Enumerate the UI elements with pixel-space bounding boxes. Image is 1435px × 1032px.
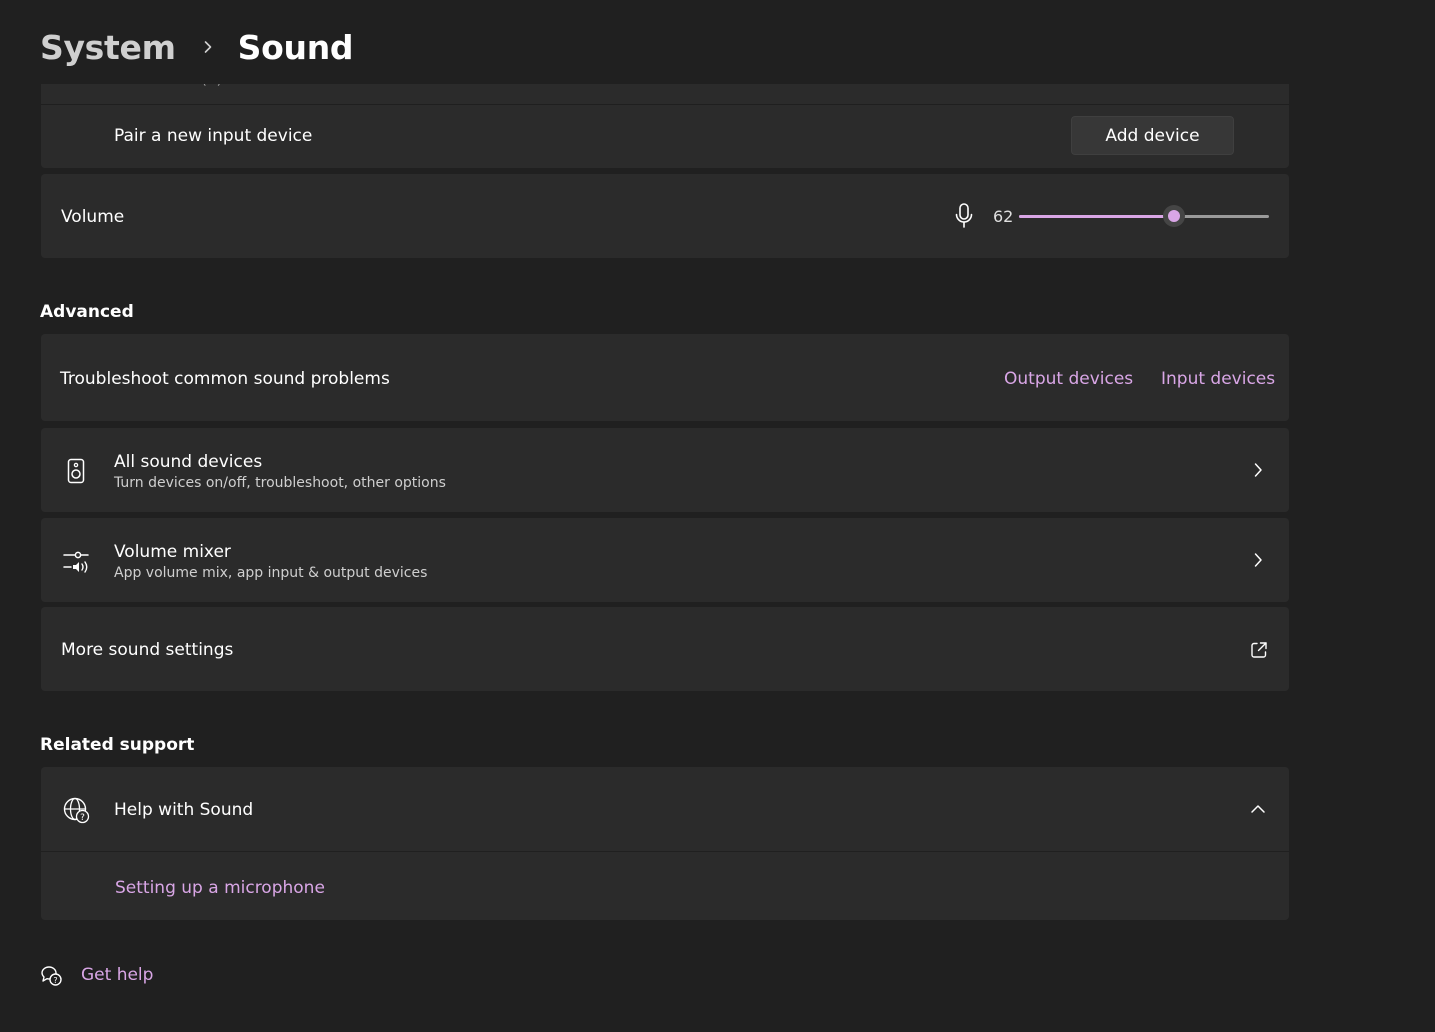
get-help-link[interactable]: Get help: [81, 965, 153, 985]
output-devices-link[interactable]: Output devices: [1004, 369, 1133, 389]
all-sound-devices-title: All sound devices: [114, 452, 263, 472]
breadcrumb-system[interactable]: System: [40, 28, 176, 67]
breadcrumb: System Sound: [40, 24, 354, 70]
volume-slider[interactable]: [1019, 205, 1269, 227]
related-support-section-title: Related support: [40, 735, 195, 755]
volume-slider-thumb[interactable]: [1163, 205, 1185, 227]
help-with-sound-title: Help with Sound: [114, 800, 254, 820]
add-device-button[interactable]: Add device: [1071, 116, 1234, 155]
chevron-right-icon: [1249, 461, 1267, 479]
troubleshoot-label: Troubleshoot common sound problems: [60, 369, 390, 389]
volume-slider-thumb-dot: [1168, 210, 1180, 222]
svg-text:?: ?: [80, 813, 85, 823]
pair-input-device-label: Pair a new input device: [114, 126, 313, 146]
chevron-right-icon: [198, 37, 218, 57]
chevron-right-icon: [1249, 551, 1267, 569]
more-sound-settings-card[interactable]: More sound settings: [41, 607, 1289, 691]
volume-value: 62: [993, 207, 1014, 226]
card-divider: [41, 104, 1289, 105]
all-sound-devices-card[interactable]: All sound devices Turn devices on/off, t…: [41, 428, 1289, 512]
input-volume-card: Volume 62: [41, 174, 1289, 258]
settings-page: Realtek(R) Audio Pair a new input device…: [0, 0, 1435, 1032]
all-sound-devices-subtitle: Turn devices on/off, troubleshoot, other…: [114, 475, 446, 491]
chevron-up-icon[interactable]: [1249, 800, 1267, 818]
svg-text:?: ?: [53, 976, 57, 985]
volume-mixer-subtitle: App volume mix, app input & output devic…: [114, 565, 428, 581]
help-with-sound-content: Setting up a microphone: [41, 852, 1289, 920]
volume-slider-fill: [1019, 215, 1174, 218]
speaker-icon: [63, 457, 89, 485]
volume-mixer-icon: [61, 547, 91, 575]
microphone-icon: [951, 202, 977, 230]
external-link-icon: [1249, 640, 1269, 660]
more-sound-settings-title: More sound settings: [61, 640, 234, 660]
input-devices-link[interactable]: Input devices: [1161, 369, 1275, 389]
page-header: System Sound: [0, 0, 1290, 84]
help-with-sound-header[interactable]: ? Help with Sound: [41, 767, 1289, 851]
troubleshoot-card: Troubleshoot common sound problems Outpu…: [41, 334, 1289, 421]
page-title: Sound: [237, 27, 354, 67]
globe-help-icon: ?: [61, 795, 91, 825]
get-help-icon: ?: [38, 962, 64, 988]
advanced-section-title: Advanced: [40, 302, 134, 322]
volume-label: Volume: [61, 207, 125, 227]
setting-up-microphone-link[interactable]: Setting up a microphone: [115, 878, 325, 898]
volume-mixer-title: Volume mixer: [114, 542, 231, 562]
volume-mixer-card[interactable]: Volume mixer App volume mix, app input &…: [41, 518, 1289, 602]
